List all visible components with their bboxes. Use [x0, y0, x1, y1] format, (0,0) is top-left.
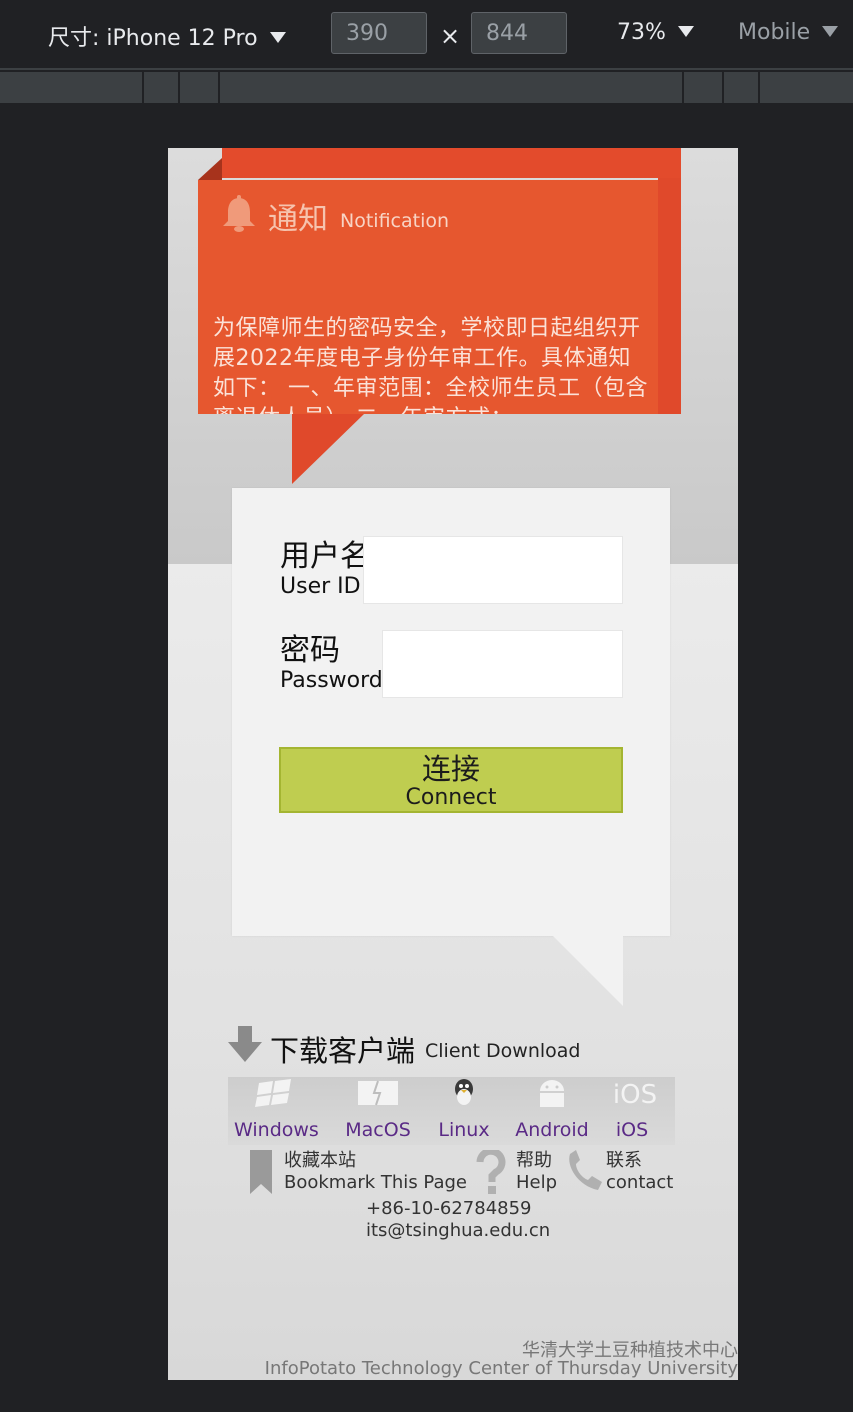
ios-icon: iOS — [613, 1080, 657, 1107]
chevron-down-icon — [677, 25, 694, 37]
contact-link[interactable]: 联系 contact — [606, 1150, 673, 1194]
windows-icon — [255, 1079, 291, 1107]
username-input[interactable] — [363, 536, 623, 604]
notice-back-panel — [222, 148, 681, 178]
download-title-zh: 下载客户端 — [270, 1034, 416, 1068]
devtools-toolbar: 尺寸: iPhone 12 Pro × 73% Mobile — [0, 0, 853, 68]
login-tail — [553, 936, 623, 1006]
toolbar-divider — [0, 68, 853, 70]
download-title-en: Client Download — [425, 1040, 581, 1062]
client-download-list: Windows MacOS Linux Android iOS iOS — [228, 1077, 675, 1145]
password-input[interactable] — [382, 630, 623, 698]
svg-text:iOS: iOS — [613, 1080, 657, 1107]
bookmark-link[interactable]: 收藏本站 Bookmark This Page — [284, 1150, 467, 1194]
help-icon — [476, 1150, 506, 1194]
contact-phone: +86-10-62784859 — [366, 1198, 532, 1219]
device-viewport: 通知 Notification 为保障师生的密码安全，学校即日起组织开展2022… — [168, 148, 738, 1380]
bell-icon — [223, 195, 255, 232]
help-link[interactable]: 帮助 Help — [516, 1150, 557, 1194]
chevron-down-icon — [822, 25, 839, 37]
media-query-ruler[interactable] — [0, 72, 853, 103]
zoom-select[interactable]: 73% — [617, 20, 694, 45]
mode-select[interactable]: Mobile — [738, 20, 839, 45]
connect-button[interactable]: 连接 Connect — [279, 747, 623, 813]
macos-icon — [358, 1080, 398, 1106]
username-label: 用户名 User ID — [280, 539, 370, 600]
linux-icon — [455, 1079, 473, 1105]
notice-panel: 通知 Notification 为保障师生的密码安全，学校即日起组织开展2022… — [198, 180, 658, 414]
notice-title-en: Notification — [340, 210, 450, 232]
contact-email[interactable]: its@tsinghua.edu.cn — [366, 1220, 550, 1241]
mode-label: Mobile — [738, 20, 811, 45]
notice-tail — [292, 414, 364, 484]
zoom-label: 73% — [617, 20, 666, 45]
client-ios[interactable]: iOS iOS — [608, 1077, 657, 1141]
footer-org-en: InfoPotato Technology Center of Thursday… — [264, 1358, 738, 1379]
phone-icon — [569, 1150, 602, 1190]
times-sign: × — [440, 22, 461, 50]
android-icon — [540, 1080, 564, 1107]
device-select[interactable]: 尺寸: iPhone 12 Pro — [48, 20, 286, 52]
notice-title-zh: 通知 — [268, 202, 328, 237]
device-label: 尺寸: iPhone 12 Pro — [48, 26, 258, 51]
chevron-down-icon — [269, 31, 286, 43]
password-label: 密码 Password — [280, 633, 383, 694]
client-android[interactable]: Android — [512, 1077, 592, 1141]
height-input[interactable] — [471, 12, 567, 54]
width-input[interactable] — [331, 12, 427, 54]
notice-body: 为保障师生的密码安全，学校即日起组织开展2022年度电子身份年审工作。具体通知如… — [213, 316, 648, 414]
client-macos[interactable]: MacOS — [338, 1077, 418, 1141]
notice-fold — [198, 158, 222, 180]
login-panel: 用户名 User ID 密码 Password 连接 Connect — [232, 488, 670, 936]
client-windows[interactable]: Windows — [234, 1077, 319, 1141]
client-linux[interactable]: Linux — [432, 1077, 496, 1141]
download-arrow-icon — [228, 1026, 262, 1062]
bookmark-icon — [250, 1150, 272, 1194]
